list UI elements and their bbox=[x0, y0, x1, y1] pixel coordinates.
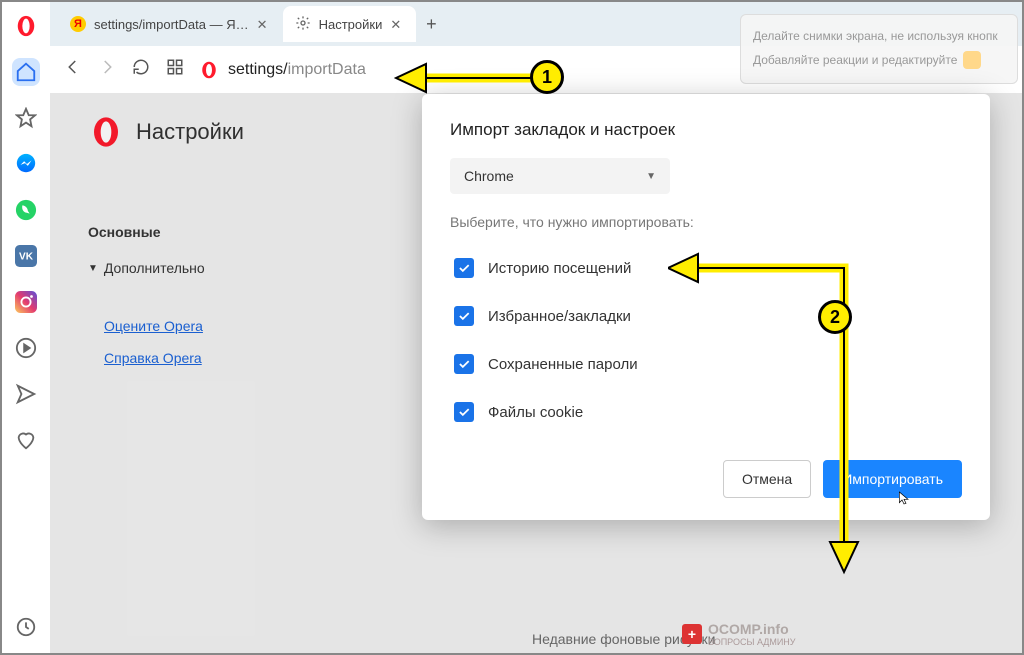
checkbox-checked-icon[interactable] bbox=[454, 258, 474, 278]
clock-icon[interactable] bbox=[12, 613, 40, 641]
settings-sidebar: Основные ▼ Дополнительно Оцените Opera С… bbox=[80, 214, 227, 374]
tab-label: Настройки bbox=[319, 17, 383, 32]
import-dialog: Импорт закладок и настроек Chrome ▼ Выбе… bbox=[422, 94, 990, 520]
option-passwords[interactable]: Сохраненные пароли bbox=[450, 340, 962, 388]
option-cookies[interactable]: Файлы cookie bbox=[450, 388, 962, 436]
import-button[interactable]: Импортировать bbox=[823, 460, 962, 498]
chevron-down-icon: ▼ bbox=[646, 171, 656, 182]
reload-button[interactable] bbox=[132, 58, 150, 81]
forward-button[interactable] bbox=[98, 58, 116, 81]
hint-popup: Делайте снимки экрана, не используя кноп… bbox=[740, 14, 1018, 84]
checkbox-checked-icon[interactable] bbox=[454, 354, 474, 374]
dropdown-value: Chrome bbox=[464, 168, 514, 184]
opera-logo-icon[interactable] bbox=[12, 12, 40, 40]
gear-icon bbox=[295, 15, 311, 34]
nav-advanced-label: Дополнительно bbox=[104, 260, 205, 276]
back-button[interactable] bbox=[64, 58, 82, 81]
url-prefix: settings/ bbox=[228, 61, 288, 78]
hint-line-1: Делайте снимки экрана, не используя кноп… bbox=[753, 29, 998, 43]
url-input[interactable]: settings/importData bbox=[200, 61, 366, 79]
dialog-instructions: Выберите, что нужно импортировать: bbox=[450, 214, 962, 230]
new-tab-button[interactable]: + bbox=[416, 14, 446, 35]
messenger-icon[interactable] bbox=[12, 150, 40, 178]
checkbox-checked-icon[interactable] bbox=[454, 306, 474, 326]
rate-opera-link[interactable]: Оцените Opera bbox=[80, 310, 227, 342]
watermark: + OCOMP.info ВОПРОСЫ АДМИНУ bbox=[682, 621, 796, 647]
option-label: Избранное/закладки bbox=[488, 308, 631, 325]
cancel-button[interactable]: Отмена bbox=[723, 460, 811, 498]
tab-label: settings/importData — Я… bbox=[94, 17, 249, 32]
tab-settings[interactable]: Настройки ✕ bbox=[283, 6, 417, 42]
watermark-sub: ВОПРОСЫ АДМИНУ bbox=[708, 637, 796, 647]
option-label: Файлы cookie bbox=[488, 404, 583, 421]
vk-icon[interactable]: VK bbox=[12, 242, 40, 270]
url-suffix: importData bbox=[288, 61, 366, 78]
emoji-icon bbox=[963, 51, 981, 69]
svg-text:VK: VK bbox=[19, 252, 34, 263]
yandex-icon: Я bbox=[70, 16, 86, 32]
send-icon[interactable] bbox=[12, 380, 40, 408]
close-icon[interactable]: ✕ bbox=[390, 17, 404, 31]
opera-sidebar: VK bbox=[2, 2, 50, 653]
cursor-icon bbox=[896, 490, 912, 509]
chevron-down-icon: ▼ bbox=[88, 263, 98, 274]
help-opera-link[interactable]: Справка Opera bbox=[80, 342, 227, 374]
import-button-label: Импортировать bbox=[842, 471, 943, 487]
home-icon[interactable] bbox=[12, 58, 40, 86]
speed-dial-icon[interactable] bbox=[166, 58, 184, 81]
nav-basic[interactable]: Основные bbox=[80, 214, 227, 250]
option-history[interactable]: Историю посещений bbox=[450, 244, 962, 292]
whatsapp-icon[interactable] bbox=[12, 196, 40, 224]
star-icon[interactable] bbox=[12, 104, 40, 132]
heart-icon[interactable] bbox=[12, 426, 40, 454]
option-label: Сохраненные пароли bbox=[488, 356, 638, 373]
close-icon[interactable]: ✕ bbox=[257, 17, 271, 31]
checkbox-checked-icon[interactable] bbox=[454, 402, 474, 422]
tab-yandex[interactable]: Я settings/importData — Я… ✕ bbox=[58, 6, 283, 42]
nav-advanced[interactable]: ▼ Дополнительно bbox=[80, 250, 227, 286]
instagram-icon[interactable] bbox=[12, 288, 40, 316]
option-bookmarks[interactable]: Избранное/закладки bbox=[450, 292, 962, 340]
dialog-title: Импорт закладок и настроек bbox=[450, 120, 962, 140]
play-icon[interactable] bbox=[12, 334, 40, 362]
opera-page-icon bbox=[200, 61, 218, 79]
watermark-brand: OCOMP.info bbox=[708, 621, 789, 637]
browser-dropdown[interactable]: Chrome ▼ bbox=[450, 158, 670, 194]
hint-line-2: Добавляйте реакции и редактируйте bbox=[753, 53, 957, 67]
option-label: Историю посещений bbox=[488, 260, 631, 277]
watermark-plus-icon: + bbox=[682, 624, 702, 644]
